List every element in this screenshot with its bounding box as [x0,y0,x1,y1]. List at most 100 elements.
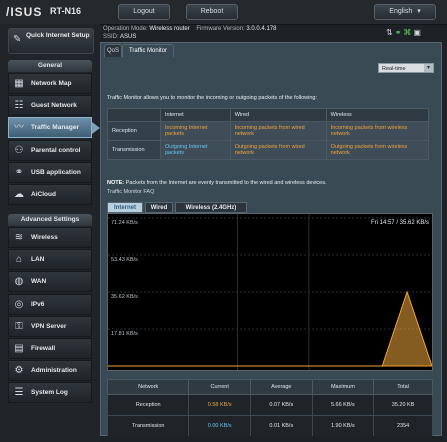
table-cell: 0.01 KB/s [250,415,313,437]
ssid-value: ASUS [120,34,137,40]
ipv6-icon: ◎ [14,298,24,310]
row-label: Reception [106,394,190,416]
main-content: QoS Traffic Monitor Real-time ▾ Traffic … [100,42,442,437]
table-row: Reception Incoming Internet packets Inco… [107,121,430,141]
note-text: NOTE: Packets from the Internet are even… [107,180,327,186]
sidebar-item-vpn-server[interactable]: ⚿ VPN Server [8,315,92,337]
system-log-icon: ☰ [14,387,24,399]
table-row: Transmission 0.00 KB/s 0.01 KB/s 1.90 KB… [106,415,433,437]
sidebar-item-label: VPN Server [31,322,67,330]
chart-tab-internet[interactable]: Internet [107,202,143,213]
table-cell: 5.66 KB/s [311,394,375,416]
monitor-mode-value: Real-time [382,66,406,72]
y-tick-label: 71.24 KB/s [111,220,138,226]
ssid-label: SSID: [103,34,119,40]
firewall-icon: ▤ [14,343,24,354]
active-arrow-indicator [92,122,100,134]
lan-icon: ⌂ [15,254,23,266]
traffic-monitor-panel: Real-time ▾ Traffic Monitor allows you t… [104,57,438,437]
wan-status-icon[interactable]: ⇅ [386,28,395,37]
sidebar-item-label: Wireless [31,234,58,241]
sidebar-item-guest-network[interactable]: ☷ Guest Network [8,95,92,117]
operation-mode-value[interactable]: Wireless router [149,26,189,32]
sidebar-item-label: WAN [31,278,47,286]
wireless-status-icon[interactable]: ⌘ [403,28,413,37]
packet-types-table: Internet Wired Wireless Reception Incomi… [107,108,430,160]
table-cell: Outgoing packets from wired network [229,140,327,160]
monitor-mode-select[interactable]: Real-time ▾ [378,63,434,73]
logout-button[interactable]: Logout [118,4,170,20]
sidebar-item-label: Network Map [31,80,72,87]
aicloud-icon: ☁ [14,189,24,200]
table-header [107,108,161,122]
firmware-label: Firmware Version: [196,26,245,32]
traffic-manager-icon: 〰 [14,122,24,134]
table-cell: Outgoing Internet packets [160,140,231,160]
sidebar-item-label: Guest Network [31,102,77,110]
table-header: Internet [160,108,231,122]
sidebar-item-aicloud[interactable]: ☁ AiCloud [8,184,92,205]
chevron-down-icon: ▾ [417,8,421,15]
language-label: English [389,8,413,15]
asus-logo: /ISUS [6,5,43,19]
firmware-value[interactable]: 3.0.0.4.178 [246,26,276,32]
language-select[interactable]: English ▾ [374,4,436,20]
sidebar-item-lan[interactable]: ⌂ LAN [8,249,92,271]
table-header: Maximum [311,379,375,395]
sidebar-item-parental-control[interactable]: ⚇ Parental control [8,139,92,161]
row-label: Reception [107,121,161,141]
sidebar-item-firewall[interactable]: ▤ Firewall [8,338,92,359]
chart-tab-wired[interactable]: Wired [145,202,173,213]
chart-tab-wireless[interactable]: Wireless (2.4GHz) [175,202,247,213]
sidebar-item-network-map[interactable]: ▦ Network Map [8,73,92,94]
table-cell: 35.20 KB [373,394,433,416]
printer-status-icon[interactable]: ▣ [413,28,423,37]
tab-traffic-monitor[interactable]: Traffic Monitor [122,44,174,58]
table-cell: Incoming packets from wired network [229,121,327,141]
sidebar-item-label: IPv6 [31,300,45,308]
sidebar-item-wireless[interactable]: ≋ Wireless [8,227,92,248]
administration-icon: ⚙ [14,365,24,377]
operation-mode-line: Operation Mode: Wireless router Firmware… [103,26,276,32]
sidebar-item-traffic-manager[interactable]: 〰 Traffic Manager [8,117,92,139]
traffic-chart: 71.24 KB/s 53.43 KB/s 35.62 KB/s 17.81 KB/s… [107,213,433,371]
table-row: Transmission Outgoing Internet packets O… [107,140,430,160]
network-map-icon: ▦ [14,78,24,89]
sidebar-item-usb-application[interactable]: ⚭ USB application [8,161,92,183]
ssid-line: SSID: ASUS [103,34,136,40]
advanced-settings-header: Advanced Settings [8,214,92,226]
table-header: Network [106,379,190,395]
table-cell: 0.00 KB/s [188,415,251,437]
sidebar: ✎ Quick Internet Setup General ▦ Network … [0,24,100,442]
traffic-monitor-faq-link[interactable]: Traffic Monitor FAQ [107,189,154,195]
table-header: Average [250,379,313,395]
sidebar-item-wan[interactable]: ◍ WAN [8,271,92,293]
general-header: General [8,60,92,72]
operation-mode-label: Operation Mode: [103,26,148,32]
tab-qos[interactable]: QoS [104,44,122,58]
table-header-row: Network Current Average Maximum Total [106,379,433,395]
parental-control-icon: ⚇ [14,144,24,156]
footer [100,436,447,442]
sidebar-item-label: Traffic Manager [31,124,80,132]
model-name: RT-N16 [50,6,82,16]
table-header: Wireless [325,108,430,122]
y-tick-label: 35.62 KB/s [111,294,138,300]
traffic-stats-table: Network Current Average Maximum Total Re… [106,379,433,437]
sidebar-item-administration[interactable]: ⚙ Administration [8,360,92,382]
reboot-button[interactable]: Reboot [186,4,238,20]
quick-setup-label: Quick Internet Setup [26,32,90,39]
quick-setup-icon: ✎ [13,34,22,45]
chart-readout: Fri 14:57 / 35.62 KB/s [371,220,429,226]
wan-icon: ◍ [14,276,24,288]
sidebar-item-label: LAN [31,256,45,264]
top-bar: /ISUS RT-N16 Logout Reboot English ▾ [0,0,447,25]
sidebar-item-label: System Log [31,389,68,397]
sidebar-item-system-log[interactable]: ☰ System Log [8,382,92,404]
chevron-down-icon: ▾ [424,64,433,72]
table-header: Current [188,379,251,395]
quick-internet-setup-button[interactable]: ✎ Quick Internet Setup [8,28,94,54]
table-cell: 0.58 KB/s [188,394,251,416]
sidebar-item-ipv6[interactable]: ◎ IPv6 [8,293,92,315]
table-cell: 0.07 KB/s [250,394,313,416]
